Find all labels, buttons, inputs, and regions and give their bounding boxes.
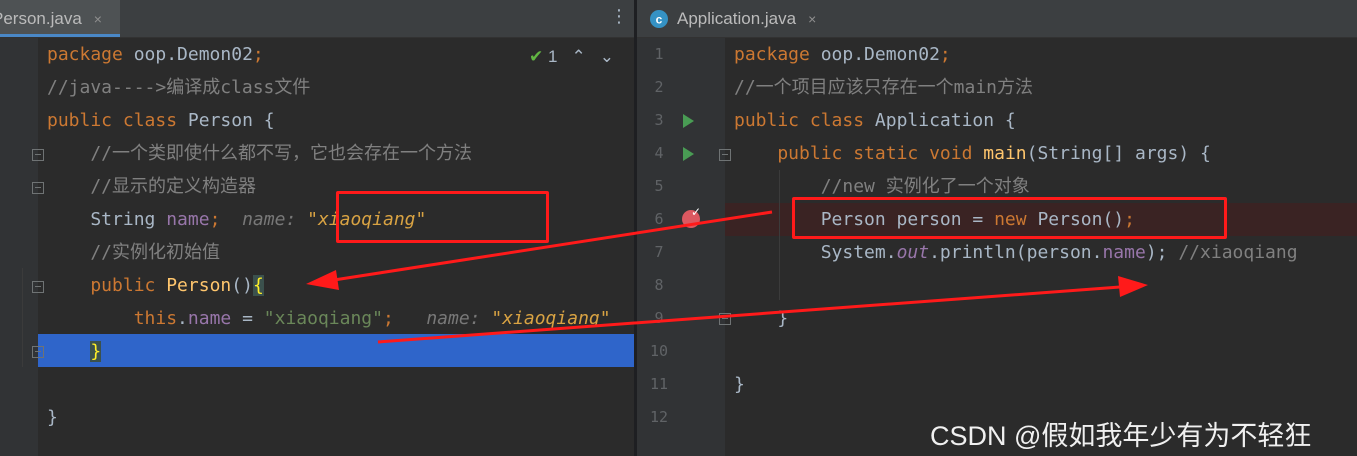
arrow-to-constructor: [306, 210, 773, 290]
arrow-to-println: [377, 276, 1148, 344]
annotation-arrows: [306, 210, 1148, 344]
watermark: CSDN @假如我年少有为不轻狂: [930, 421, 1312, 451]
